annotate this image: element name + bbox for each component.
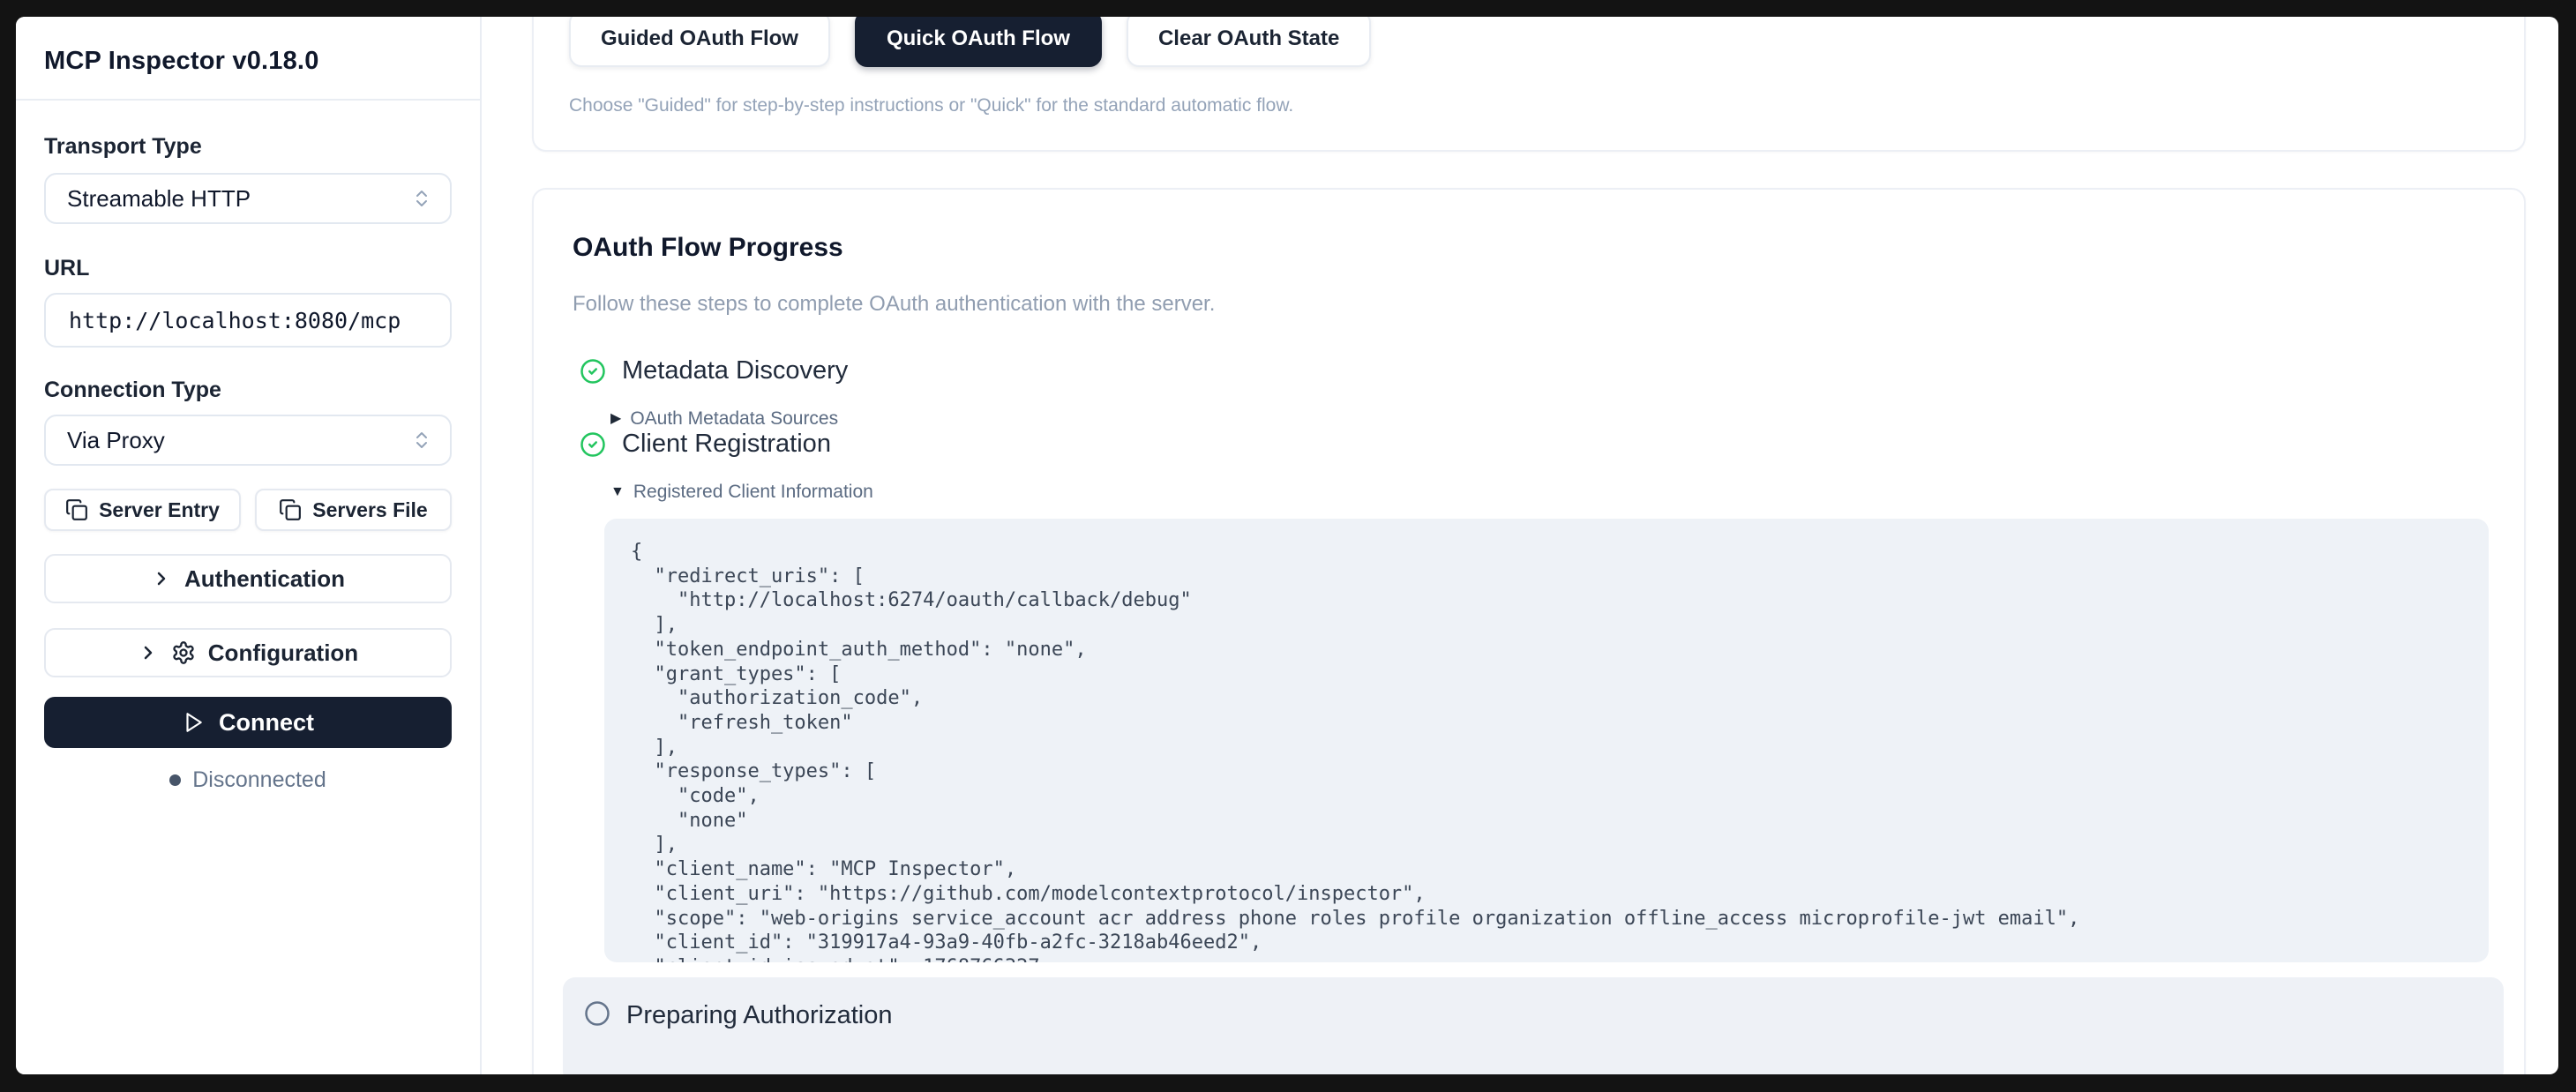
circle-icon (584, 1000, 610, 1027)
registered-client-json: { "redirect_uris": [ "http://localhost:6… (631, 540, 2462, 962)
url-label: URL (44, 256, 452, 280)
step-client-registration: Client Registration (573, 430, 2489, 459)
check-circle-icon (580, 358, 606, 385)
main-content: Guided OAuth Flow Quick OAuth Flow Clear… (482, 17, 2558, 1074)
servers-file-button[interactable]: Servers File (255, 489, 452, 531)
oauth-toolbar-card: Guided OAuth Flow Quick OAuth Flow Clear… (532, 17, 2526, 152)
step-title: Metadata Discovery (622, 356, 848, 385)
chevrons-up-down-icon (411, 188, 432, 209)
status-text: Disconnected (192, 767, 326, 793)
server-buttons-row: Server Entry Servers File (44, 489, 452, 531)
app-title: MCP Inspector v0.18.0 (44, 47, 452, 76)
step-title: Preparing Authorization (626, 1001, 892, 1030)
servers-file-label: Servers File (312, 498, 427, 522)
sidebar: MCP Inspector v0.18.0 Transport Type Str… (16, 17, 482, 1074)
step-preparing-authorization: Preparing Authorization (563, 977, 2504, 1074)
connection-type-value: Via Proxy (67, 427, 165, 454)
configuration-label: Configuration (208, 639, 358, 667)
connect-label: Connect (219, 709, 314, 737)
check-circle-icon (580, 431, 606, 458)
sidebar-body: Transport Type Streamable HTTP URL Conne… (16, 101, 480, 793)
url-input[interactable] (44, 293, 452, 348)
details-label: OAuth Metadata Sources (630, 408, 838, 430)
step-metadata-discovery: Metadata Discovery (573, 356, 2489, 385)
connect-button[interactable]: Connect (44, 697, 452, 748)
oauth-flow-hint: Choose "Guided" for step-by-step instruc… (569, 95, 2489, 116)
server-entry-button[interactable]: Server Entry (44, 489, 241, 531)
expanded-marker-icon: ▼ (610, 485, 625, 499)
configuration-button[interactable]: Configuration (44, 628, 452, 677)
sidebar-header: MCP Inspector v0.18.0 (16, 17, 480, 101)
progress-subtitle: Follow these steps to complete OAuth aut… (573, 291, 2489, 318)
chevrons-up-down-icon (411, 430, 432, 451)
registered-client-json-block[interactable]: { "redirect_uris": [ "http://localhost:6… (604, 519, 2489, 962)
server-entry-label: Server Entry (99, 498, 220, 522)
registered-client-info-toggle[interactable]: ▼ Registered Client Information (610, 482, 2489, 503)
transport-type-label: Transport Type (44, 134, 452, 159)
copy-icon (279, 498, 302, 521)
connection-type-select[interactable]: Via Proxy (44, 415, 452, 466)
connection-status: Disconnected (44, 767, 452, 793)
clear-oauth-state-button[interactable]: Clear OAuth State (1127, 17, 1371, 67)
collapsed-marker-icon: ▶ (610, 412, 621, 426)
oauth-progress-card: OAuth Flow Progress Follow these steps t… (532, 188, 2526, 1074)
copy-icon (65, 498, 88, 521)
play-icon (182, 711, 205, 734)
chevron-right-icon (151, 568, 172, 589)
guided-oauth-flow-button[interactable]: Guided OAuth Flow (569, 17, 830, 67)
gear-icon (171, 640, 196, 665)
transport-type-value: Streamable HTTP (67, 185, 251, 213)
progress-steps: Metadata Discovery ▶ OAuth Metadata Sour… (573, 356, 2489, 1074)
mcp-inspector-window: MCP Inspector v0.18.0 Transport Type Str… (16, 17, 2558, 1074)
authentication-label: Authentication (184, 565, 345, 593)
details-label: Registered Client Information (633, 482, 873, 503)
authentication-button[interactable]: Authentication (44, 554, 452, 603)
connection-type-label: Connection Type (44, 378, 452, 402)
transport-type-select[interactable]: Streamable HTTP (44, 173, 452, 224)
oauth-toolbar: Guided OAuth Flow Quick OAuth Flow Clear… (569, 17, 2489, 67)
progress-title: OAuth Flow Progress (573, 232, 2489, 264)
quick-oauth-flow-button[interactable]: Quick OAuth Flow (855, 17, 1102, 67)
chevron-right-icon (138, 642, 159, 663)
oauth-metadata-sources-toggle[interactable]: ▶ OAuth Metadata Sources (610, 408, 2489, 430)
status-dot-icon (169, 774, 181, 786)
step-title: Client Registration (622, 430, 831, 459)
